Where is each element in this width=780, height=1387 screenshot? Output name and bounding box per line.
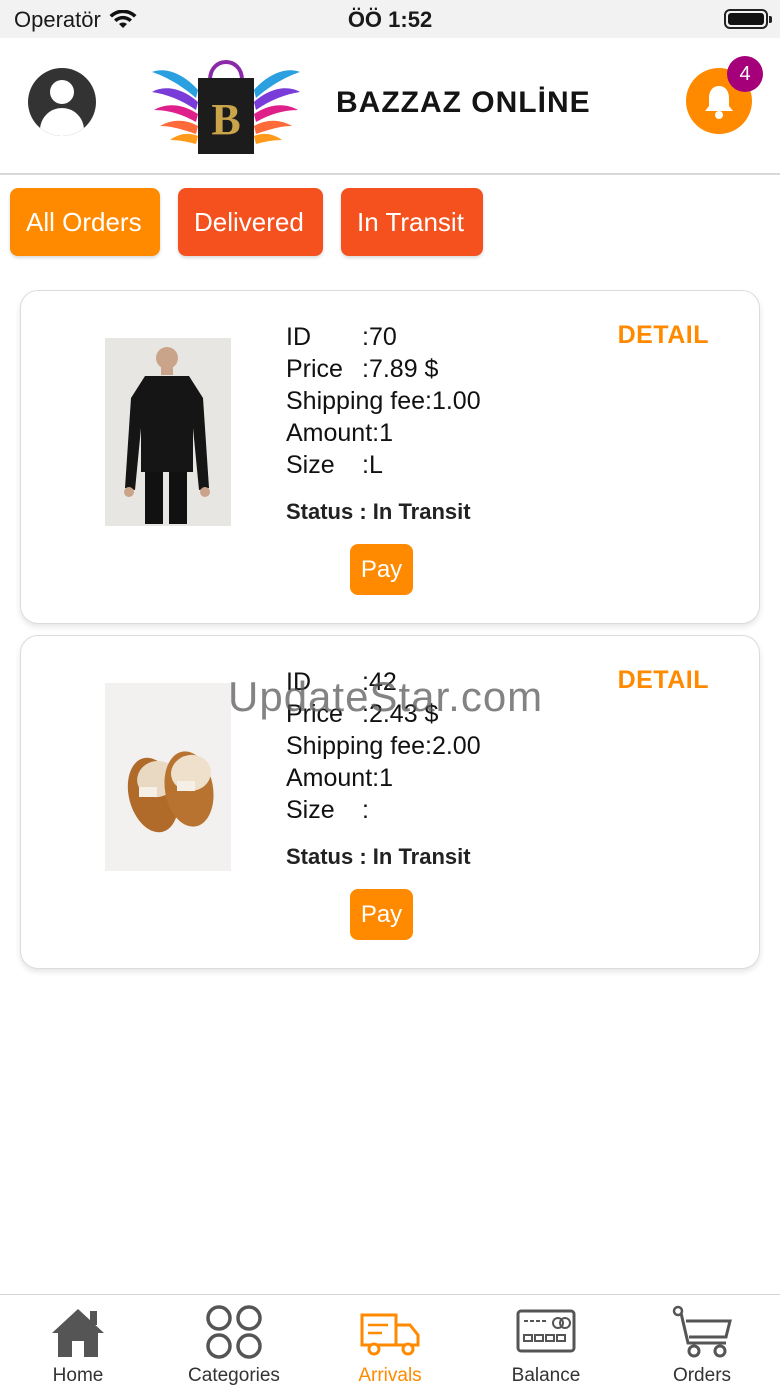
status-time: ÖÖ 1:52 (347, 7, 433, 32)
price-label: Price (286, 700, 343, 728)
avatar-head (50, 80, 74, 104)
amount-label: Amount (286, 419, 373, 447)
nav-orders[interactable]: Orders (624, 1295, 780, 1387)
order-status: Status : In Transit (286, 844, 471, 869)
nav-home[interactable]: Home (0, 1295, 156, 1387)
order-filter-tabs: All Orders Delivered In Transit (10, 188, 483, 256)
amount-label: Amount (286, 764, 373, 792)
brand-logo: B (152, 60, 300, 154)
app-header: B BAZZAZ ONLİNE 4 (0, 38, 780, 175)
nav-label: Arrivals (358, 1365, 422, 1386)
tab-all-orders[interactable]: All Orders (10, 188, 160, 256)
pay-button[interactable]: Pay (350, 544, 413, 595)
amount-value: :1 (372, 764, 394, 792)
amount-value: :1 (372, 419, 394, 447)
status-bar: Operatör ÖÖ 1:52 (0, 0, 780, 38)
shipping-label: Shipping fee (286, 732, 426, 760)
price-value: :2.43 $ (362, 700, 439, 728)
detail-link[interactable]: DETAIL (618, 321, 709, 350)
id-label: ID (286, 323, 311, 351)
size-value: : (362, 796, 369, 824)
categories-icon (206, 1305, 262, 1359)
svg-text:B: B (211, 95, 240, 144)
size-label: Size (286, 796, 335, 824)
shipping-value: :2.00 (425, 732, 481, 760)
id-value: :70 (362, 323, 397, 351)
order-card[interactable]: ID :42 Price :2.43 $ Shipping fee:2.00 Amo… (20, 635, 760, 969)
profile-avatar-button[interactable] (28, 68, 96, 136)
bell-icon (705, 86, 733, 119)
id-label: ID (286, 668, 311, 696)
shipping-value: :1.00 (425, 387, 481, 415)
size-label: Size (286, 451, 335, 479)
tab-in-transit[interactable]: In Transit (341, 188, 483, 256)
notification-count-badge: 4 (727, 56, 763, 92)
product-image-slippers (105, 683, 231, 871)
nav-categories[interactable]: Categories (156, 1295, 312, 1387)
avatar-body (40, 108, 84, 136)
battery-icon (724, 9, 772, 29)
truck-icon (360, 1313, 420, 1356)
pay-button[interactable]: Pay (350, 889, 413, 940)
shipping-label: Shipping fee (286, 387, 426, 415)
order-info: ID :42 Price :2.43 $ Shipping fee:2.00 Amo… (286, 666, 481, 826)
home-icon (52, 1309, 104, 1357)
brand-name: BAZZAZ ONLİNE (336, 86, 591, 119)
size-value: :L (362, 451, 383, 479)
nav-label: Categories (188, 1365, 280, 1386)
order-status: Status : In Transit (286, 499, 471, 524)
order-card[interactable]: ID :70 Price :7.89 $ Shipping fee:1.00 Amo… (20, 290, 760, 624)
price-value: :7.89 $ (362, 355, 439, 383)
detail-link[interactable]: DETAIL (618, 666, 709, 695)
product-image-sweater (105, 338, 231, 526)
price-label: Price (286, 355, 343, 383)
bottom-navigation: Home Categories Arrivals Balance Orders (0, 1294, 780, 1387)
cart-icon (672, 1305, 732, 1358)
tab-delivered[interactable]: Delivered (178, 188, 323, 256)
nav-label: Balance (511, 1365, 581, 1386)
nav-label: Orders (672, 1365, 732, 1386)
order-info: ID :70 Price :7.89 $ Shipping fee:1.00 Amo… (286, 321, 481, 481)
card-icon (516, 1309, 576, 1353)
nav-arrivals[interactable]: Arrivals (312, 1295, 468, 1387)
id-value: :42 (362, 668, 397, 696)
nav-label: Home (52, 1365, 104, 1386)
nav-balance[interactable]: Balance (468, 1295, 624, 1387)
